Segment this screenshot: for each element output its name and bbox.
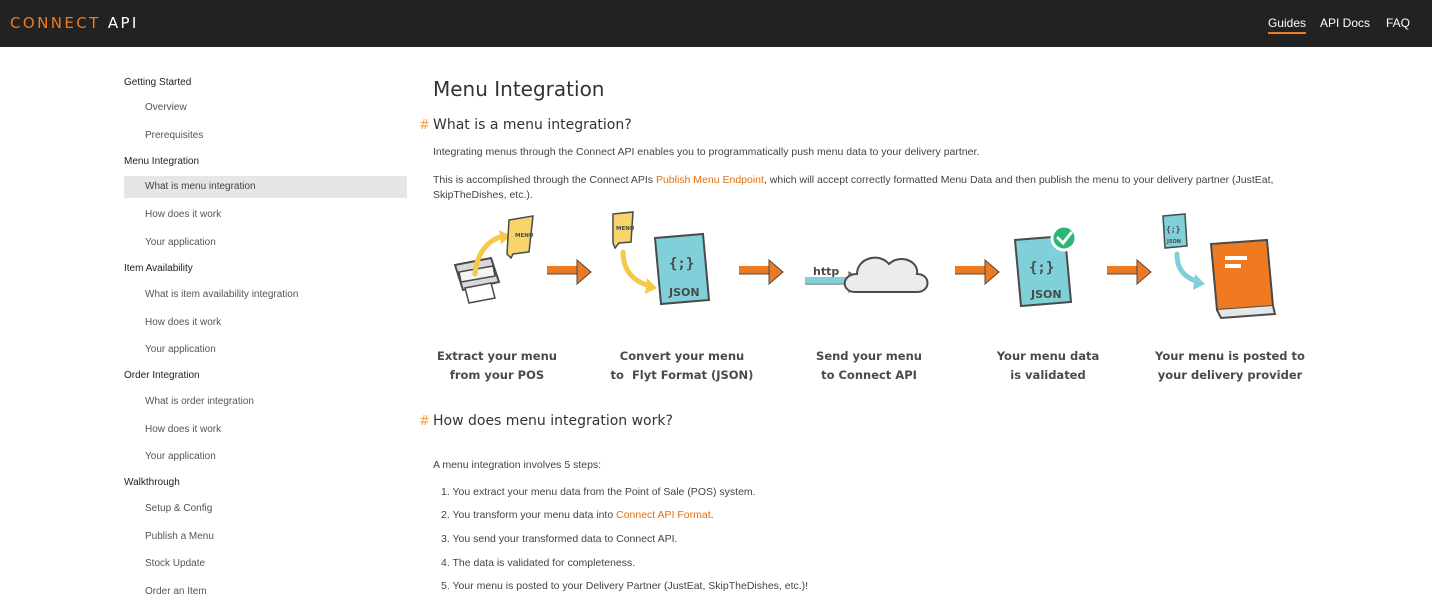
json-label-1: JSON xyxy=(668,286,700,299)
caption-line: is validated xyxy=(1010,368,1086,382)
steps-intro: A menu integration involves 5 steps: xyxy=(433,459,602,471)
sidebar-section-order-integration[interactable]: Order Integration xyxy=(124,370,200,381)
menu-tag-2: MENU xyxy=(616,226,634,232)
step-item-2-before: 2. You transform your menu data into xyxy=(441,509,617,521)
sidebar-item-what-is-menu-integration[interactable]: What is menu integration xyxy=(124,176,407,198)
caption-line: Send your menu xyxy=(816,349,922,363)
sidebar-item-overview[interactable]: Overview xyxy=(124,97,407,119)
section-heading-how-does: # How does menu integration work? xyxy=(419,413,673,429)
brand-connect: CONNECT xyxy=(10,14,101,32)
pos-printer-icon xyxy=(453,215,534,304)
page-title: Menu Integration xyxy=(433,77,605,101)
intro-paragraph: Integrating menus through the Connect AP… xyxy=(433,146,980,158)
nav-api-docs[interactable]: API Docs xyxy=(1320,16,1370,30)
menu-tag-1: MENU xyxy=(515,233,533,239)
sidebar-item-availability-your-application[interactable]: Your application xyxy=(124,339,407,361)
sidebar-item-availability-how-does-it-work[interactable]: How does it work xyxy=(124,312,407,334)
anchor-hash-icon[interactable]: # xyxy=(419,414,430,429)
caption-line: Your menu is posted to xyxy=(1155,349,1305,363)
nav-guides[interactable]: Guides xyxy=(1267,16,1306,34)
step-item-4: 4. The data is validated for completenes… xyxy=(441,557,636,569)
caption-line: from your POS xyxy=(449,368,545,382)
diagram-caption-convert: Convert your menu to Flyt Format (JSON) xyxy=(602,347,762,385)
sidebar-section-getting-started[interactable]: Getting Started xyxy=(124,77,191,88)
sidebar-item-order-your-application[interactable]: Your application xyxy=(124,446,407,468)
sidebar-item-menu-your-application[interactable]: Your application xyxy=(124,232,407,254)
flow-arrow-icon xyxy=(955,258,1000,286)
sidebar-item-publish-a-menu[interactable]: Publish a Menu xyxy=(124,526,407,548)
caption-line: your delivery provider xyxy=(1157,368,1303,382)
step-item-5: 5. Your menu is posted to your Delivery … xyxy=(441,580,809,592)
sidebar-item-order-an-item[interactable]: Order an Item xyxy=(124,581,407,603)
step-item-2: 2. You transform your menu data into Con… xyxy=(441,509,714,521)
caption-line: to Flyt Format (JSON) xyxy=(610,368,754,382)
flow-arrow-icon xyxy=(1107,258,1152,286)
json-braces-3: {;} xyxy=(1166,225,1181,234)
sidebar-item-what-is-item-availability[interactable]: What is item availability integration xyxy=(124,284,407,306)
diagram-caption-send: Send your menu to Connect API xyxy=(789,347,949,385)
json-label-3: JSON xyxy=(1166,239,1181,245)
caption-line: Convert your menu xyxy=(619,349,745,363)
flow-arrow-icon xyxy=(547,258,592,286)
flow-arrow-icon xyxy=(739,258,784,286)
endpoint-paragraph: This is accomplished through the Connect… xyxy=(433,173,1283,203)
caption-line: to Connect API xyxy=(821,368,917,382)
step-item-1: 1. You extract your menu data from the P… xyxy=(441,486,756,498)
caption-line: Extract your menu xyxy=(437,349,557,363)
step-item-3: 3. You send your transformed data to Con… xyxy=(441,533,678,545)
sidebar-section-menu-integration[interactable]: Menu Integration xyxy=(124,156,199,167)
section-heading-how-does-text: How does menu integration work? xyxy=(433,413,673,429)
http-label: http xyxy=(813,265,839,278)
sidebar-item-setup-config[interactable]: Setup & Config xyxy=(124,498,407,520)
sidebar-section-item-availability[interactable]: Item Availability xyxy=(124,263,193,274)
endpoint-paragraph-before: This is accomplished through the Connect… xyxy=(433,174,656,186)
diagram-illustration: MENU MENU {;} JSON http {;} JSON {;} JSO… xyxy=(453,211,1277,320)
json-braces-1: {;} xyxy=(669,256,694,272)
diagram-caption-extract: Extract your menu from your POS xyxy=(417,347,577,385)
section-heading-what-is-text: What is a menu integration? xyxy=(433,117,632,133)
diagram-caption-posted: Your menu is posted to your delivery pro… xyxy=(1145,347,1315,385)
diagram-caption-validated: Your menu data is validated xyxy=(968,347,1128,385)
section-heading-what-is: # What is a menu integration? xyxy=(419,117,632,133)
step-item-2-after: . xyxy=(710,509,714,521)
json-label-2: JSON xyxy=(1030,288,1062,301)
anchor-hash-icon[interactable]: # xyxy=(419,118,430,133)
publish-menu-endpoint-link[interactable]: Publish Menu Endpoint xyxy=(656,174,764,186)
json-braces-2: {;} xyxy=(1029,260,1054,276)
brand-api: API xyxy=(107,14,139,32)
nav-faq[interactable]: FAQ xyxy=(1386,16,1410,30)
top-navbar: CONNECT API Guides API Docs FAQ xyxy=(0,0,1432,47)
sidebar-item-prerequisites[interactable]: Prerequisites xyxy=(124,125,407,147)
connect-api-format-link[interactable]: Connect API Format xyxy=(616,509,711,521)
sidebar-item-stock-update[interactable]: Stock Update xyxy=(124,553,407,575)
brand-logo[interactable]: CONNECT API xyxy=(10,14,139,32)
sidebar-item-order-how-does-it-work[interactable]: How does it work xyxy=(124,419,407,441)
caption-line: Your menu data xyxy=(996,349,1100,363)
sidebar-section-walkthrough[interactable]: Walkthrough xyxy=(124,477,180,488)
sidebar-item-menu-how-does-it-work[interactable]: How does it work xyxy=(124,204,407,226)
menu-integration-diagram: MENU MENU {;} JSON http {;} JSON {;} JSO… xyxy=(433,210,1313,390)
sidebar-item-what-is-order-integration[interactable]: What is order integration xyxy=(124,391,407,413)
